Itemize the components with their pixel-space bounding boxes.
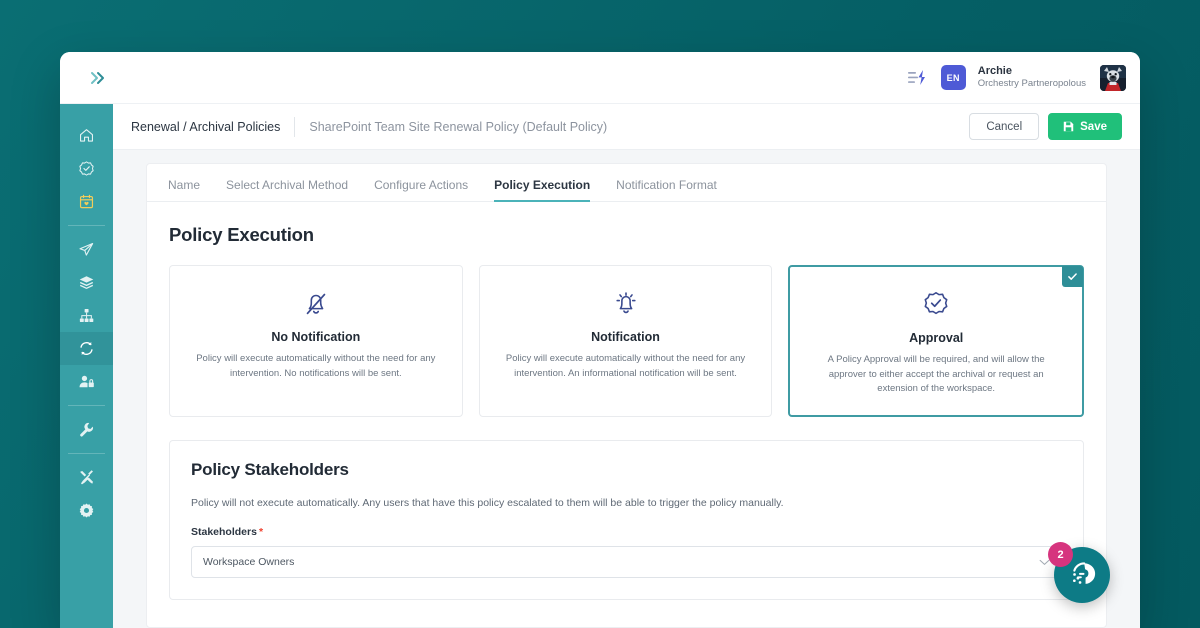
sidebar-item-permissions[interactable] (60, 365, 113, 398)
option-card-no-notification[interactable]: No Notification Policy will execute auto… (169, 265, 463, 418)
sidebar-divider (68, 405, 105, 406)
badge-check-circle-icon (806, 287, 1066, 321)
sidebar-item-lifecycle[interactable] (60, 332, 113, 365)
option-card-notification[interactable]: Notification Policy will execute automat… (478, 265, 773, 418)
option-title: No Notification (271, 330, 361, 344)
user-name: Archie (977, 64, 1012, 77)
stakeholders-label-text: Stakeholders (191, 526, 257, 539)
lightning-list-icon[interactable] (907, 67, 929, 89)
floppy-disk-icon (1063, 121, 1074, 132)
policy-stakeholders-section: Policy Stakeholders Policy will not exec… (169, 440, 1084, 601)
sidebar-item-templates[interactable] (60, 266, 113, 299)
stakeholders-field-label: Stakeholders * (191, 526, 1062, 538)
required-marker: * (258, 526, 264, 539)
selected-check-icon (1062, 266, 1084, 287)
top-bar-right: EN Archie Orchestry Partneropolous (907, 64, 1126, 91)
avatar[interactable] (1100, 64, 1126, 91)
app-body: Renewal / Archival Policies SharePoint T… (60, 104, 1140, 628)
tab-select-archival-method[interactable]: Select Archival Method (213, 178, 361, 201)
cancel-button[interactable]: Cancel (969, 113, 1040, 140)
stakeholders-selected-value: Workspace Owners (203, 556, 295, 569)
option-title: Notification (591, 330, 660, 344)
sidebar-item-directory[interactable] (60, 299, 113, 332)
tab-notification-format[interactable]: Notification Format (603, 178, 730, 201)
save-button[interactable]: Save (1048, 113, 1122, 140)
tab-configure-actions[interactable]: Configure Actions (361, 178, 481, 201)
content-area: Renewal / Archival Policies SharePoint T… (113, 104, 1140, 628)
breadcrumb-separator (294, 116, 296, 137)
option-description: Policy will execute automatically withou… (196, 353, 436, 379)
option-description: A Policy Approval will be required, and … (827, 354, 1045, 395)
notification-count-badge[interactable]: 2 (1048, 542, 1073, 567)
bell-ringing-icon (496, 286, 756, 320)
tab-name[interactable]: Name (164, 178, 213, 201)
sidebar-item-approvals[interactable] (60, 152, 113, 185)
user-organization: Orchestry Partneropolous (977, 78, 1086, 90)
sidebar-item-requests[interactable] (60, 233, 113, 266)
page-title: Policy Execution (169, 224, 314, 245)
sidebar-item-home[interactable] (60, 119, 113, 152)
sidebar-item-maintenance[interactable] (60, 461, 113, 494)
language-badge[interactable]: EN (940, 65, 966, 90)
bell-slash-icon (186, 286, 446, 320)
sidebar (60, 104, 113, 628)
sidebar-divider (68, 453, 105, 454)
execution-options: No Notification Policy will execute auto… (169, 265, 1085, 418)
option-description: Policy will execute automatically withou… (505, 353, 746, 379)
sidebar-item-calendar[interactable] (60, 185, 113, 218)
user-info[interactable]: Archie Orchestry Partneropolous (978, 65, 1086, 91)
option-card-approval[interactable]: Approval A Policy Approval will be requi… (788, 265, 1085, 418)
tab-bar: Name Select Archival Method Configure Ac… (147, 164, 1106, 202)
option-title: Approval (909, 331, 964, 345)
orchestry-logo-icon (1073, 562, 1096, 584)
stakeholders-select[interactable]: Workspace Owners (191, 546, 1062, 579)
stakeholders-title: Policy Stakeholders (191, 460, 349, 480)
breadcrumb-bar: Renewal / Archival Policies SharePoint T… (113, 104, 1140, 150)
sidebar-divider (68, 225, 105, 226)
sidebar-item-tools[interactable] (60, 413, 113, 446)
support-fab-wrapper: 2 (1048, 542, 1110, 603)
breadcrumb-primary[interactable]: Renewal / Archival Policies (131, 120, 280, 134)
sidebar-item-settings[interactable] (60, 494, 113, 527)
panel-wrapper: Name Select Archival Method Configure Ac… (113, 150, 1140, 628)
breadcrumb-secondary: SharePoint Team Site Renewal Policy (Def… (309, 119, 608, 134)
top-bar: EN Archie Orchestry Partneropolous (60, 52, 1140, 104)
panel-content: Policy Execution No Notification Policy … (147, 202, 1106, 627)
save-button-label: Save (1080, 120, 1107, 133)
tab-policy-execution[interactable]: Policy Execution (481, 178, 603, 202)
double-chevron-right-icon[interactable] (84, 63, 114, 93)
policy-panel: Name Select Archival Method Configure Ac… (146, 163, 1107, 628)
app-window: EN Archie Orchestry Partneropolous Renew… (60, 52, 1140, 628)
stakeholders-description: Policy will not execute automatically. A… (191, 497, 784, 510)
